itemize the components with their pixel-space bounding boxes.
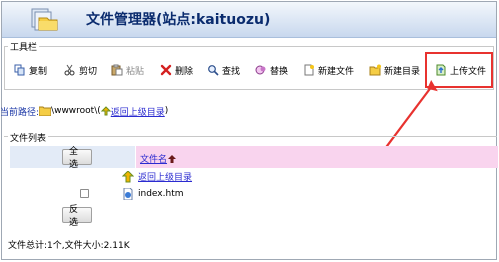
up-folder-icon (122, 170, 134, 182)
path-up-link[interactable]: 返回上级目录 (111, 105, 165, 118)
up-arrow-icon (100, 106, 111, 116)
invert-selection-button[interactable]: 反选 (62, 205, 92, 228)
list-header-right (136, 146, 498, 168)
up-folder-link[interactable]: 返回上级目录 (138, 170, 192, 183)
file-list-legend: 文件列表 (8, 131, 49, 144)
path-close: ) (164, 106, 169, 116)
sort-arrow-icon (168, 154, 177, 163)
html-file-icon (123, 188, 133, 200)
file-summary: 文件总计:1个,文件大小:2.11K (8, 241, 130, 251)
current-path-bar: 当前路径: \wwwroot\( 返回上级目录 ) (0, 104, 168, 118)
list-item-file[interactable]: index.htm (122, 188, 183, 200)
filename-column-label: 文件名 (140, 155, 168, 165)
folder-icon (39, 106, 52, 116)
file-checkbox[interactable] (80, 189, 89, 198)
file-name: index.htm (138, 189, 184, 199)
path-label: 当前路径: (0, 107, 40, 118)
column-header-filename[interactable]: 文件名 (140, 152, 177, 165)
select-all-button[interactable]: 全选 (62, 147, 92, 170)
list-item-up[interactable]: 返回上级目录 (122, 170, 192, 183)
path-value: \wwwroot\( (51, 106, 101, 116)
